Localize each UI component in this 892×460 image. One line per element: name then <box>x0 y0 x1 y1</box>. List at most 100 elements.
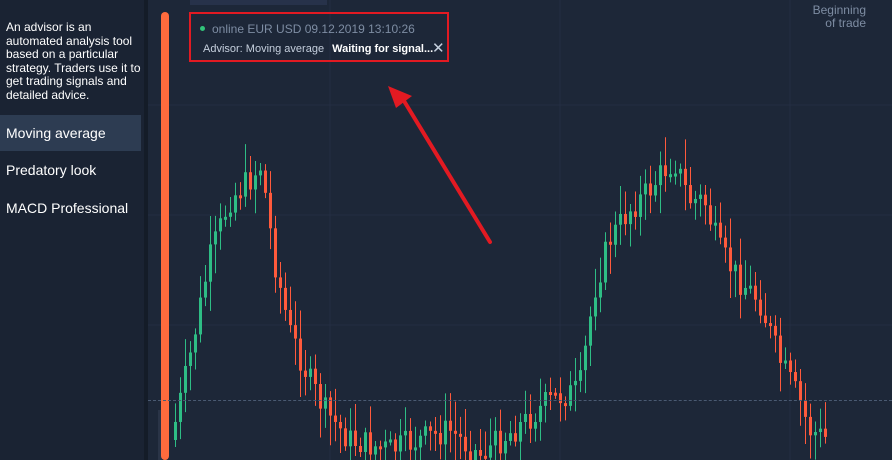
candle-body <box>369 432 372 455</box>
beginning-label-line2: of trade <box>825 16 866 30</box>
candle-body <box>499 430 502 454</box>
candle-body <box>224 216 227 220</box>
candle-body <box>209 244 212 282</box>
candle-body <box>619 213 622 225</box>
candle-body <box>439 432 442 445</box>
candle-body <box>529 413 532 429</box>
candle-body <box>514 433 517 442</box>
candle-body <box>649 183 652 196</box>
candle-body <box>754 285 757 300</box>
candle-body <box>434 430 437 434</box>
candle-body <box>804 400 807 417</box>
candle-body <box>454 430 457 434</box>
candle-body <box>314 368 317 385</box>
candles-group <box>174 137 827 460</box>
candle-body <box>389 439 392 443</box>
candle-body <box>679 168 682 174</box>
candle-body <box>429 426 432 431</box>
candle-body <box>569 385 572 406</box>
beginning-of-trade-label: Beginning of trade <box>813 4 866 30</box>
candle-body <box>189 352 192 366</box>
candle-body <box>379 446 382 450</box>
candle-body <box>289 309 292 326</box>
candle-body <box>714 222 717 226</box>
candle-body <box>599 282 602 298</box>
candle-body <box>674 173 677 177</box>
candle-body <box>554 392 557 396</box>
sidebar-item-macd-professional[interactable]: MACD Professional <box>0 190 141 226</box>
candle-body <box>559 393 562 404</box>
candle-body <box>799 381 802 401</box>
candle-body <box>309 368 312 377</box>
candle-body <box>689 185 692 204</box>
red-arrow <box>388 86 492 244</box>
advisor-label: Advisor: Moving average <box>203 43 325 55</box>
status-line: online EUR USD 09.12.2019 13:10:26 <box>200 22 415 36</box>
candle-body <box>594 297 597 317</box>
candle-body <box>374 446 377 455</box>
candle-body <box>174 421 177 440</box>
candle-body <box>749 285 752 289</box>
candle-body <box>739 264 742 295</box>
candle-body <box>624 213 627 225</box>
candle-body <box>699 194 702 199</box>
close-icon[interactable]: ✕ <box>432 41 445 56</box>
candle-body <box>789 360 792 373</box>
candle-body <box>344 428 347 447</box>
candle-body <box>274 228 277 278</box>
advisor-line: Advisor: Moving average Waiting for sign… <box>203 43 433 55</box>
candle-body <box>419 435 422 448</box>
chart-tab-hint <box>190 0 327 5</box>
price-crosshair-line <box>148 400 892 401</box>
currency-pair: EUR USD <box>247 22 302 36</box>
candle-body <box>199 297 202 335</box>
candle-body <box>654 185 657 196</box>
candle-body <box>504 440 507 454</box>
candle-body <box>644 183 647 195</box>
online-dot-icon <box>200 26 205 32</box>
sidebar-item-predatory-look[interactable]: Predatory look <box>0 152 141 188</box>
candle-body <box>759 299 762 316</box>
candle-body <box>729 247 732 272</box>
datetime-text: 09.12.2019 13:10:26 <box>304 22 415 36</box>
candle-body <box>249 172 252 190</box>
candle-body <box>219 218 222 232</box>
candle-body <box>669 174 672 178</box>
candle-body <box>574 380 577 386</box>
candle-body <box>244 172 247 197</box>
candle-body <box>394 439 397 452</box>
candlestick-chart[interactable] <box>148 0 892 460</box>
signal-status: Waiting for signal... <box>332 43 434 55</box>
candle-body <box>609 241 612 245</box>
candle-body <box>629 211 632 225</box>
candle-body <box>744 287 747 295</box>
candle-body <box>509 433 512 441</box>
candle-body <box>404 430 407 436</box>
candle-body <box>364 432 367 453</box>
candle-body <box>204 281 207 298</box>
candle-body <box>459 433 462 437</box>
candle-body <box>794 372 797 382</box>
candle-body <box>584 345 587 371</box>
candle-body <box>424 426 427 436</box>
candle-body <box>544 392 547 406</box>
sidebar-item-moving-average[interactable]: Moving average <box>0 115 141 151</box>
candle-body <box>664 165 667 177</box>
candle-body <box>359 445 362 453</box>
advisor-description: An advisor is an automated analysis tool… <box>6 20 141 102</box>
candle-body <box>304 370 307 377</box>
candle-body <box>194 334 197 353</box>
candle-body <box>279 277 282 288</box>
candle-body <box>684 168 687 186</box>
advisor-info-box: online EUR USD 09.12.2019 13:10:26 Advis… <box>189 12 449 62</box>
candle-body <box>319 384 322 409</box>
candle-body <box>414 447 417 451</box>
candle-body <box>494 430 497 446</box>
candle-body <box>479 449 482 456</box>
candle-body <box>774 325 777 336</box>
candle-body <box>214 231 217 245</box>
candle-body <box>824 428 827 437</box>
candle-body <box>384 441 387 448</box>
candle-body <box>814 432 817 436</box>
trade-duration-bar <box>161 12 169 460</box>
